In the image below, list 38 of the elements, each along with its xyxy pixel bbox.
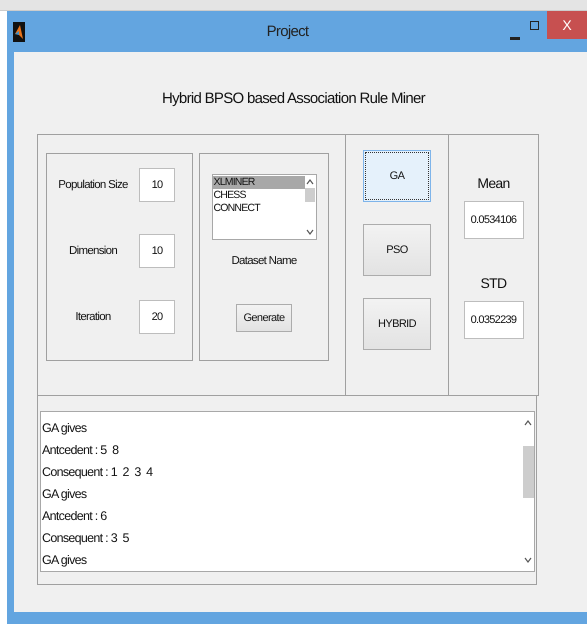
stat-label: Mean xyxy=(477,175,510,191)
scroll-up-icon[interactable] xyxy=(306,179,314,185)
algorithm-button[interactable]: GA xyxy=(363,150,431,202)
app-icon xyxy=(13,22,25,42)
output-box[interactable]: GA gives Antcedent : 5 8 Consequent : 1 2 3 4 GA gives Antcedent : 6 Consequent : 3 5 GA gives xyxy=(40,411,535,572)
scroll-up-icon[interactable] xyxy=(524,420,532,426)
list-item[interactable]: XLMINER xyxy=(212,176,304,189)
stat-field: 0.0352239 xyxy=(464,301,524,339)
output-line: GA gives xyxy=(41,486,88,503)
scroll-thumb[interactable] xyxy=(305,188,315,202)
app-heading: Hybrid BPSO based Association Rule Miner xyxy=(161,90,426,107)
output-line: Antcedent : 5 8 xyxy=(41,442,120,459)
input-field[interactable]: 20 xyxy=(139,300,175,334)
scroll-down-icon[interactable] xyxy=(306,229,314,235)
output-line: Consequent : 1 2 3 4 xyxy=(41,464,154,481)
output-line: GA gives xyxy=(41,552,88,569)
scroll-down-icon[interactable] xyxy=(524,557,532,563)
stat-field: 0.0534106 xyxy=(464,201,524,239)
algorithm-button[interactable]: HYBRID xyxy=(363,298,431,350)
output-line: GA gives xyxy=(41,420,88,437)
input-field[interactable]: 10 xyxy=(139,168,175,202)
algorithm-button[interactable]: PSO xyxy=(363,224,431,276)
input-field[interactable]: 10 xyxy=(139,234,175,268)
list-item[interactable]: CONNECT xyxy=(212,202,304,215)
field-label: Population Size xyxy=(57,179,129,191)
field-label: Iteration xyxy=(74,311,112,323)
window-title: Project xyxy=(266,23,308,40)
maximize-button[interactable] xyxy=(530,21,539,30)
scroll-thumb[interactable] xyxy=(522,446,534,498)
dataset-caption: Dataset Name xyxy=(231,255,297,267)
generate-button[interactable]: Generate xyxy=(236,304,292,332)
list-item[interactable]: CHESS xyxy=(212,189,304,202)
field-label: Dimension xyxy=(68,245,118,257)
stat-label: STD xyxy=(480,275,506,291)
output-line: Consequent : 3 5 xyxy=(41,530,130,547)
dataset-list[interactable]: XLMINER CHESS CONNECT xyxy=(212,174,316,240)
close-button[interactable]: X xyxy=(547,11,587,39)
output-line: Antcedent : 6 xyxy=(41,508,108,525)
